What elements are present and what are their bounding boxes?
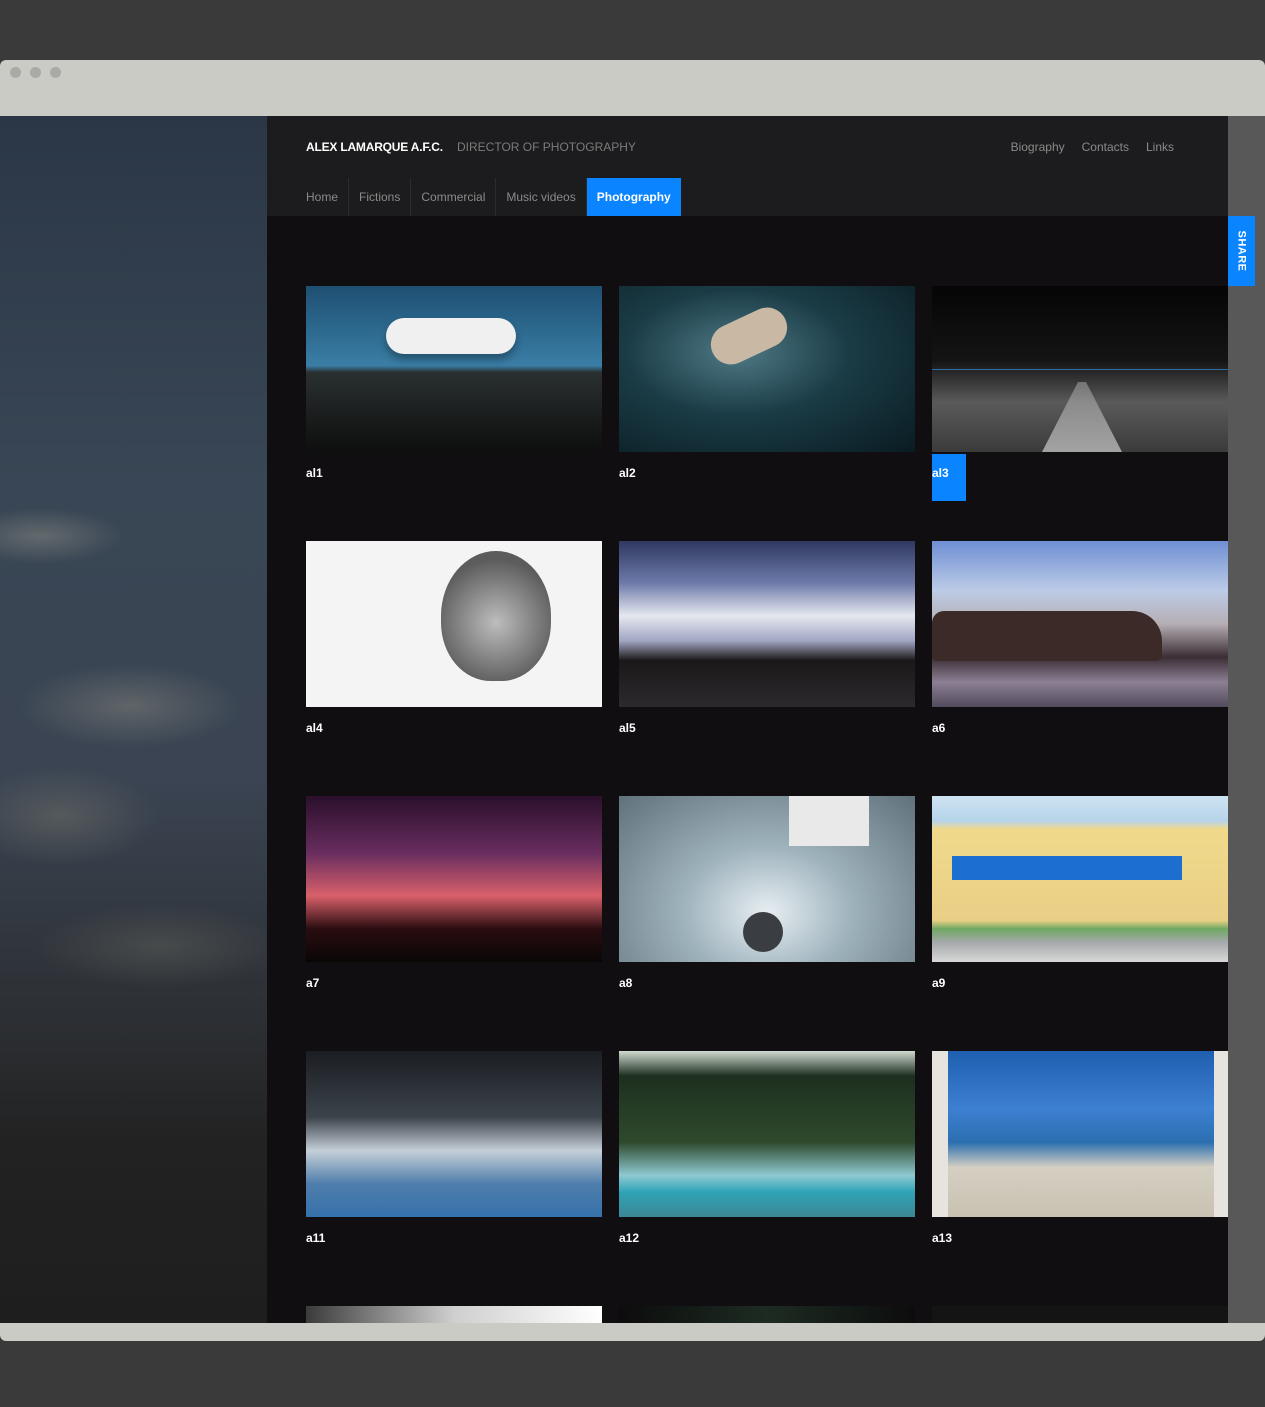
gallery-item[interactable]: al1 bbox=[306, 286, 602, 482]
brand-name[interactable]: ALEX LAMARQUE A.F.C. bbox=[306, 140, 443, 154]
tab-music-videos[interactable]: Music videos bbox=[496, 178, 587, 216]
window-titlebar bbox=[0, 60, 1265, 116]
gallery-item[interactable]: al3 bbox=[932, 286, 1228, 501]
photo-thumbnail[interactable] bbox=[306, 796, 602, 962]
photo-thumbnail[interactable] bbox=[306, 1051, 602, 1217]
photo-caption: a9 bbox=[932, 976, 946, 990]
brand-tagline: DIRECTOR OF PHOTOGRAPHY bbox=[457, 140, 636, 154]
minimize-window-button[interactable] bbox=[30, 67, 41, 78]
photo-caption: a11 bbox=[306, 1231, 326, 1245]
photo-caption: al4 bbox=[306, 721, 323, 735]
photo-thumbnail[interactable] bbox=[932, 286, 1228, 452]
main-nav: Home Fictions Commercial Music videos Ph… bbox=[296, 178, 681, 216]
top-nav-links[interactable]: Links bbox=[1146, 140, 1174, 154]
gallery-item[interactable]: a6 bbox=[932, 541, 1228, 737]
gallery-item[interactable]: al5 bbox=[619, 541, 915, 737]
top-nav: Biography Contacts Links bbox=[1011, 140, 1174, 154]
photo-thumbnail[interactable] bbox=[619, 796, 915, 962]
tab-home[interactable]: Home bbox=[296, 178, 350, 216]
close-window-button[interactable] bbox=[10, 67, 21, 78]
photo-caption: al3 bbox=[932, 454, 966, 501]
photo-caption: al5 bbox=[619, 721, 636, 735]
gallery-item[interactable]: a11 bbox=[306, 1051, 602, 1247]
photo-thumbnail[interactable] bbox=[932, 1306, 1228, 1323]
photo-caption: al1 bbox=[306, 466, 323, 480]
gallery-item-partial[interactable] bbox=[306, 1306, 602, 1323]
photo-thumbnail[interactable] bbox=[932, 541, 1228, 707]
photo-caption: a7 bbox=[306, 976, 320, 990]
window-bottombar bbox=[0, 1323, 1265, 1341]
share-button[interactable]: SHARE bbox=[1228, 216, 1255, 286]
photo-thumbnail[interactable] bbox=[932, 1051, 1228, 1217]
maximize-window-button[interactable] bbox=[50, 67, 61, 78]
photo-thumbnail[interactable] bbox=[619, 286, 915, 452]
photo-caption: a6 bbox=[932, 721, 946, 735]
gallery-item-partial[interactable] bbox=[619, 1306, 915, 1323]
gallery-item[interactable]: a8 bbox=[619, 796, 915, 992]
photo-thumbnail[interactable] bbox=[306, 541, 602, 707]
tab-commercial[interactable]: Commercial bbox=[411, 178, 497, 216]
gallery-item-partial[interactable] bbox=[932, 1306, 1228, 1323]
gallery-item[interactable]: a9 bbox=[932, 796, 1228, 992]
scroll-gutter bbox=[1228, 116, 1265, 1323]
gallery-item[interactable]: al4 bbox=[306, 541, 602, 737]
photo-thumbnail[interactable] bbox=[619, 541, 915, 707]
site-container: ALEX LAMARQUE A.F.C. DIRECTOR OF PHOTOGR… bbox=[267, 116, 1228, 1323]
photo-caption: al2 bbox=[619, 466, 636, 480]
top-nav-contacts[interactable]: Contacts bbox=[1082, 140, 1129, 154]
gallery-item[interactable]: a13 bbox=[932, 1051, 1228, 1247]
gallery-item[interactable]: a12 bbox=[619, 1051, 915, 1247]
photo-thumbnail[interactable] bbox=[619, 1306, 915, 1323]
photo-thumbnail[interactable] bbox=[932, 796, 1228, 962]
top-nav-biography[interactable]: Biography bbox=[1011, 140, 1065, 154]
photo-thumbnail[interactable] bbox=[306, 286, 602, 452]
photo-thumbnail[interactable] bbox=[306, 1306, 602, 1323]
background-sky-image bbox=[0, 116, 267, 1323]
tab-fictions[interactable]: Fictions bbox=[349, 178, 412, 216]
share-label: SHARE bbox=[1235, 230, 1248, 272]
photo-caption: a8 bbox=[619, 976, 633, 990]
photo-caption: a13 bbox=[932, 1231, 953, 1245]
gallery-item[interactable]: a7 bbox=[306, 796, 602, 992]
browser-window: ALEX LAMARQUE A.F.C. DIRECTOR OF PHOTOGR… bbox=[0, 60, 1265, 1341]
photo-thumbnail[interactable] bbox=[619, 1051, 915, 1217]
site-header: ALEX LAMARQUE A.F.C. DIRECTOR OF PHOTOGR… bbox=[267, 116, 1228, 216]
gallery-item[interactable]: al2 bbox=[619, 286, 915, 482]
photo-caption: a12 bbox=[619, 1231, 640, 1245]
tab-photography[interactable]: Photography bbox=[586, 178, 681, 216]
